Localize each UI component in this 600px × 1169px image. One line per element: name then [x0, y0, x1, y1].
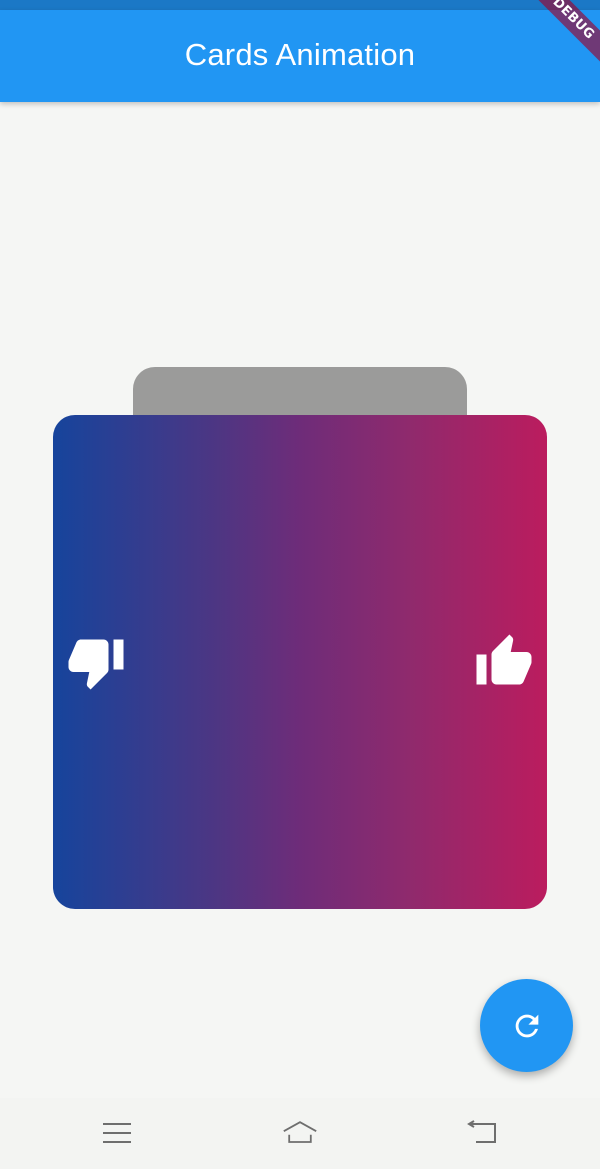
menu-icon[interactable] — [99, 1118, 135, 1148]
status-bar — [0, 0, 600, 10]
refresh-icon — [515, 1014, 538, 1037]
thumb-down-icon[interactable] — [66, 632, 126, 692]
system-nav-bar — [0, 1098, 600, 1169]
thumb-up-icon[interactable] — [474, 632, 534, 692]
refresh-button[interactable] — [480, 979, 573, 1072]
home-icon[interactable] — [282, 1118, 318, 1148]
front-card[interactable] — [53, 415, 547, 909]
app-bar: Cards Animation — [0, 10, 600, 102]
app-title: Cards Animation — [184, 37, 416, 72]
back-icon[interactable] — [464, 1118, 500, 1148]
